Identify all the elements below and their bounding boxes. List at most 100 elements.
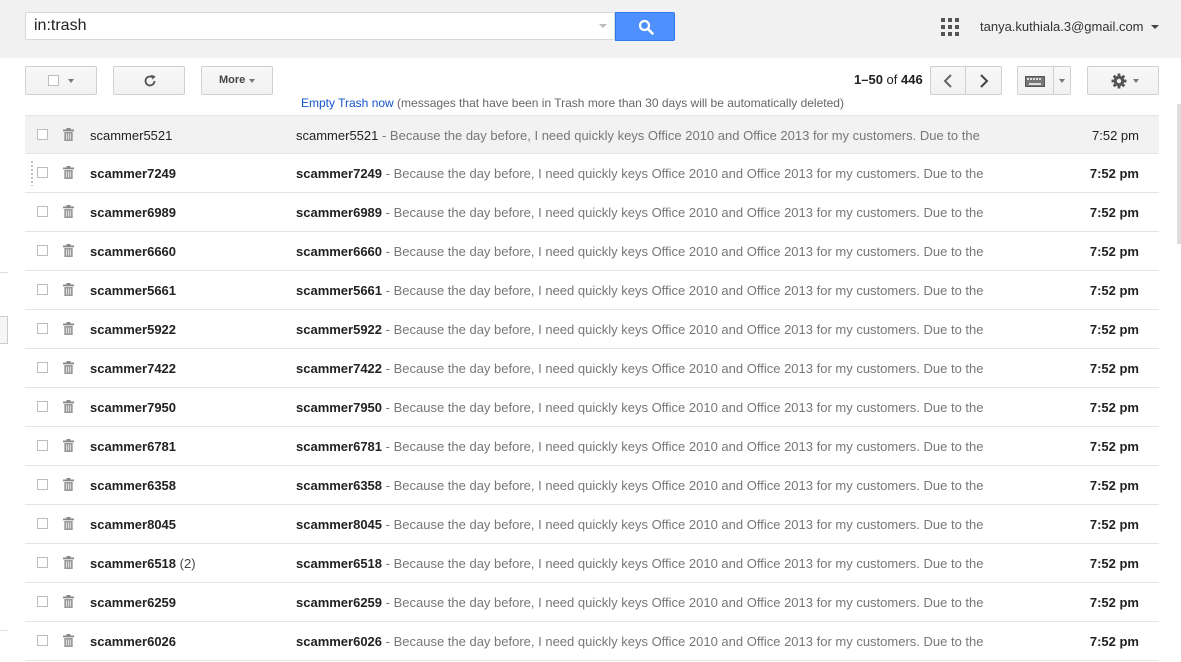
email-subject-line: scammer6989 - Because the day before, I … [296,205,986,220]
email-subject: scammer6660 [296,244,383,259]
input-tools-button[interactable] [1017,66,1071,95]
chevron-down-icon [1133,79,1139,83]
email-sender: scammer5521 [90,128,172,143]
more-button[interactable]: More [201,66,273,95]
email-row[interactable]: scammer6026 scammer6026 - Because the da… [25,622,1159,661]
email-checkbox[interactable] [37,206,48,217]
account-caret-icon[interactable] [1151,25,1159,29]
trash-icon [63,439,74,452]
email-checkbox[interactable] [37,596,48,607]
chevron-down-icon [1059,79,1065,83]
email-sender-name: scammer5661 [90,283,177,298]
email-thread-count: (2) [179,556,196,571]
older-button[interactable] [965,66,1002,95]
email-row[interactable]: scammer6781 scammer6781 - Because the da… [25,427,1159,466]
email-checkbox[interactable] [37,284,48,295]
email-row[interactable]: scammer6259 scammer6259 - Because the da… [25,583,1159,622]
email-snippet: - Because the day before, I need quickly… [382,517,984,532]
email-sender-name: scammer6518 [90,556,177,571]
email-snippet: - Because the day before, I need quickly… [382,283,984,298]
email-checkbox[interactable] [37,479,48,490]
email-checkbox[interactable] [37,362,48,373]
trash-icon [63,595,74,608]
email-subject-line: scammer6660 - Because the day before, I … [296,244,986,259]
email-checkbox[interactable] [37,518,48,529]
trash-notice: Empty Trash now (messages that have been… [301,97,844,110]
email-checkbox[interactable] [37,635,48,646]
trash-icon [63,205,74,218]
email-subject-line: scammer7950 - Because the day before, I … [296,400,986,415]
email-subject: scammer6518 [296,556,383,571]
newer-button[interactable] [930,66,966,95]
email-time: 7:52 pm [1089,634,1139,649]
email-checkbox[interactable] [37,557,48,568]
email-subject: scammer6358 [296,478,383,493]
email-sender-name: scammer6989 [90,205,177,220]
email-checkbox[interactable] [37,129,48,140]
email-row[interactable]: scammer8045 scammer8045 - Because the da… [25,505,1159,544]
email-row[interactable]: scammer5922 scammer5922 - Because the da… [25,310,1159,349]
email-row[interactable]: scammer6518 (2) scammer6518 - Because the… [25,544,1159,583]
email-sender-name: scammer7422 [90,361,177,376]
trash-icon [63,556,74,569]
email-sender: scammer6358 [90,478,176,493]
select-dropdown-button[interactable] [25,66,97,95]
trash-icon [63,517,74,530]
select-all-checkbox[interactable] [48,75,59,86]
trash-icon [63,166,74,179]
email-subject-line: scammer6259 - Because the day before, I … [296,595,986,610]
email-row[interactable]: scammer6989 scammer6989 - Because the da… [25,193,1159,232]
email-snippet: - Because the day before, I need quickly… [382,400,984,415]
email-snippet: - Because the day before, I need quickly… [382,439,984,454]
email-row[interactable]: scammer7422 scammer7422 - Because the da… [25,349,1159,388]
email-time: 7:52 pm [1089,361,1139,376]
search-icon [638,19,654,35]
search-options-caret-icon[interactable] [599,24,607,28]
email-subject: scammer8045 [296,517,383,532]
trash-icon [63,478,74,491]
email-sender-name: scammer5521 [90,128,173,143]
email-time: 7:52 pm [1089,322,1139,337]
chevron-down-icon [68,79,74,83]
email-subject: scammer6026 [296,634,383,649]
refresh-button[interactable] [113,66,185,95]
email-checkbox[interactable] [37,323,48,334]
search-button[interactable] [615,12,675,41]
email-sender-name: scammer6660 [90,244,177,259]
email-time: 7:52 pm [1089,283,1139,298]
refresh-icon [144,74,156,87]
email-checkbox[interactable] [37,401,48,412]
more-label: More [219,74,246,86]
email-row[interactable]: scammer6660 scammer6660 - Because the da… [25,232,1159,271]
account-email[interactable]: tanya.kuthiala.3@gmail.com [980,19,1144,34]
email-sender-name: scammer5922 [90,322,177,337]
email-time: 7:52 pm [1089,556,1139,571]
email-row[interactable]: scammer7249 scammer7249 - Because the da… [25,154,1159,193]
email-time: 7:52 pm [1089,166,1139,181]
email-checkbox[interactable] [37,245,48,256]
email-sender: scammer6026 [90,634,176,649]
drag-handle-icon[interactable] [30,160,34,186]
email-row[interactable]: scammer6358 scammer6358 - Because the da… [25,466,1159,505]
left-panel-toggle[interactable] [0,316,8,344]
email-row[interactable]: scammer7950 scammer7950 - Because the da… [25,388,1159,427]
email-subject-line: scammer6781 - Because the day before, I … [296,439,986,454]
email-row[interactable]: scammer5521 scammer5521 - Because the da… [25,115,1159,154]
settings-button[interactable] [1087,66,1159,95]
email-checkbox[interactable] [37,440,48,451]
email-sender: scammer6989 [90,205,176,220]
empty-trash-link[interactable]: Empty Trash now [301,97,394,110]
email-sender: scammer7249 [90,166,176,181]
apps-grid-icon[interactable] [941,18,959,36]
email-snippet: - Because the day before, I need quickly… [378,128,980,143]
email-row[interactable]: scammer5661 scammer5661 - Because the da… [25,271,1159,310]
search-input[interactable] [26,13,596,39]
email-subject-line: scammer8045 - Because the day before, I … [296,517,986,532]
email-snippet: - Because the day before, I need quickly… [382,166,984,181]
email-snippet: - Because the day before, I need quickly… [382,556,984,571]
email-sender-name: scammer6781 [90,439,177,454]
email-snippet: - Because the day before, I need quickly… [382,634,984,649]
email-checkbox[interactable] [37,167,48,178]
scrollbar[interactable] [1177,104,1181,244]
email-subject-line: scammer6358 - Because the day before, I … [296,478,986,493]
